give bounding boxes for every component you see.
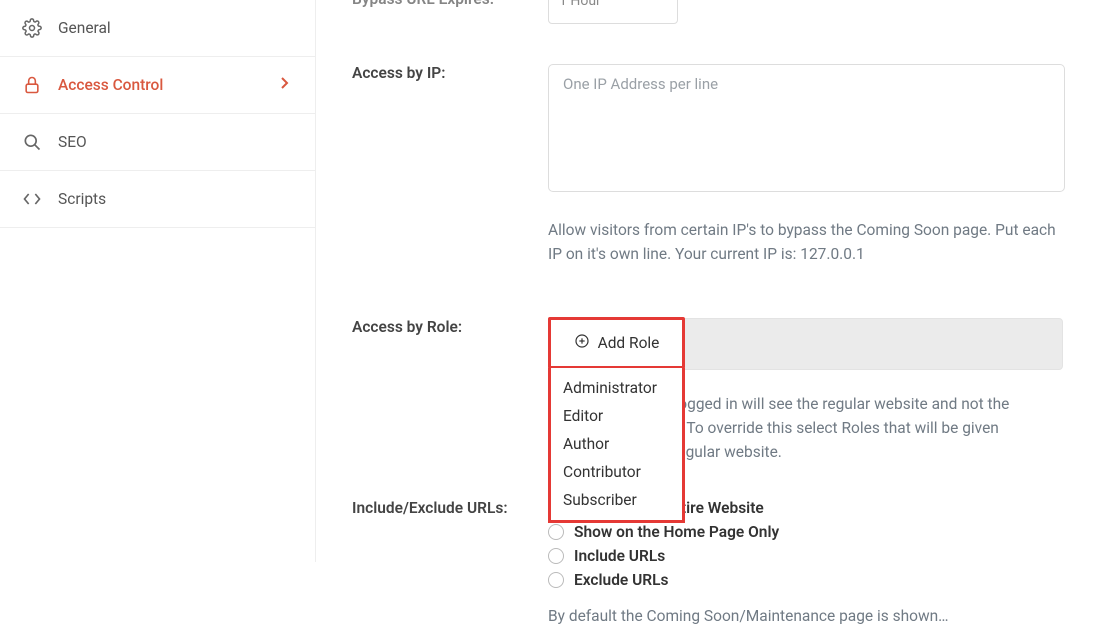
url-option-label: Show on the Home Page Only: [574, 523, 779, 541]
role-option[interactable]: Contributor: [551, 458, 682, 486]
ip-address-input[interactable]: [548, 64, 1065, 192]
sidebar-item-label: Scripts: [58, 190, 293, 208]
role-option[interactable]: Editor: [551, 402, 682, 430]
bypass-expiry-label: Bypass URL Expires:: [352, 0, 548, 8]
search-icon: [22, 132, 50, 152]
chevron-right-icon: [279, 76, 289, 94]
url-option-label: Include URLs: [574, 547, 665, 565]
code-icon: [22, 189, 50, 209]
sidebar-item-label: General: [58, 19, 293, 37]
url-option-home-page-only[interactable]: Show on the Home Page Only: [548, 523, 1065, 541]
radio-icon: [548, 524, 564, 540]
role-option[interactable]: Author: [551, 430, 682, 458]
gear-icon: [22, 18, 50, 38]
url-option-exclude-urls[interactable]: Exclude URLs: [548, 571, 1065, 589]
plus-circle-icon: [574, 333, 590, 353]
sidebar: General Access Control SEO Scripts: [0, 0, 316, 562]
radio-icon: [548, 572, 564, 588]
add-role-button-label: Add Role: [598, 334, 660, 352]
urls-help-text: By default the Coming Soon/Maintenance p…: [548, 607, 1065, 625]
bypass-expiry-select[interactable]: 1 Hour: [548, 0, 678, 24]
add-role-button[interactable]: Add Role: [548, 317, 685, 369]
lock-icon: [22, 75, 50, 95]
access-by-ip-label: Access by IP:: [352, 64, 548, 82]
access-by-role-row: Access by Role: Add Role Administrator E…: [352, 318, 1065, 464]
sidebar-item-label: Access Control: [58, 76, 279, 94]
role-dropdown[interactable]: Administrator Editor Author Contributor …: [548, 368, 685, 523]
sidebar-item-general[interactable]: General: [0, 0, 315, 57]
sidebar-item-seo[interactable]: SEO: [0, 114, 315, 171]
main-panel: Bypass URL Expires: 1 Hour Access by IP:…: [316, 0, 1093, 562]
include-exclude-urls-row: Include/Exclude URLs: Show on the Entire…: [352, 499, 1065, 625]
sidebar-item-label: SEO: [58, 133, 293, 151]
role-option[interactable]: Administrator: [551, 374, 682, 402]
include-exclude-urls-label: Include/Exclude URLs:: [352, 499, 548, 517]
ip-help-text: Allow visitors from certain IP's to bypa…: [548, 218, 1058, 266]
bypass-expiry-row: Bypass URL Expires: 1 Hour: [352, 0, 1065, 24]
access-by-ip-row: Access by IP: Allow visitors from certai…: [352, 64, 1065, 266]
access-by-role-label: Access by Role:: [352, 318, 548, 336]
role-bar: Add Role Administrator Editor Author Con…: [548, 318, 1063, 370]
role-option[interactable]: Subscriber: [551, 486, 682, 514]
sidebar-item-scripts[interactable]: Scripts: [0, 171, 315, 228]
url-option-label: Exclude URLs: [574, 571, 668, 589]
sidebar-item-access-control[interactable]: Access Control: [0, 57, 315, 114]
url-option-include-urls[interactable]: Include URLs: [548, 547, 1065, 565]
